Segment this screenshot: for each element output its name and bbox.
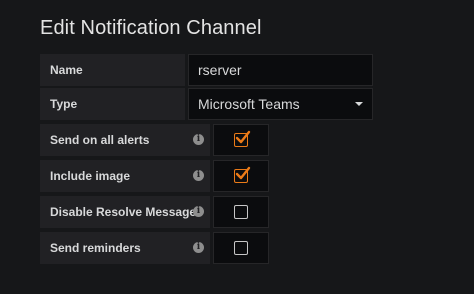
type-select-value: Microsoft Teams <box>198 96 300 112</box>
send-reminders-label: Send reminders i <box>40 232 210 264</box>
toggle-label: Send reminders <box>50 241 141 255</box>
disable-resolve-message-label: Disable Resolve Message i <box>40 196 210 228</box>
disable-resolve-message-cell <box>213 196 269 228</box>
include-image-checkbox[interactable] <box>234 166 251 183</box>
page-title: Edit Notification Channel <box>40 17 262 39</box>
info-icon[interactable]: i <box>193 134 204 145</box>
include-image-cell <box>213 160 269 192</box>
disable-resolve-message-checkbox[interactable] <box>234 205 248 219</box>
name-label: Name <box>40 54 185 86</box>
send-reminders-checkbox[interactable] <box>234 241 248 255</box>
info-icon[interactable]: i <box>193 206 204 217</box>
send-reminders-cell <box>213 232 269 264</box>
send-on-all-alerts-label: Send on all alerts i <box>40 124 210 156</box>
checkmark-icon <box>235 166 251 180</box>
include-image-label: Include image i <box>40 160 210 192</box>
name-input[interactable]: rserver <box>188 54 373 86</box>
toggle-label: Disable Resolve Message <box>50 205 197 219</box>
type-label: Type <box>40 88 185 120</box>
chevron-down-icon <box>355 102 363 106</box>
send-on-all-alerts-cell <box>213 124 269 156</box>
checkmark-icon <box>235 130 251 144</box>
info-icon[interactable]: i <box>193 242 204 253</box>
toggle-label: Send on all alerts <box>50 133 150 147</box>
info-icon[interactable]: i <box>193 170 204 181</box>
type-select[interactable]: Microsoft Teams <box>188 88 373 120</box>
toggle-label: Include image <box>50 169 131 183</box>
send-on-all-alerts-checkbox[interactable] <box>234 130 251 147</box>
edit-notification-channel-page: Edit Notification Channel Name rserver T… <box>0 0 474 294</box>
